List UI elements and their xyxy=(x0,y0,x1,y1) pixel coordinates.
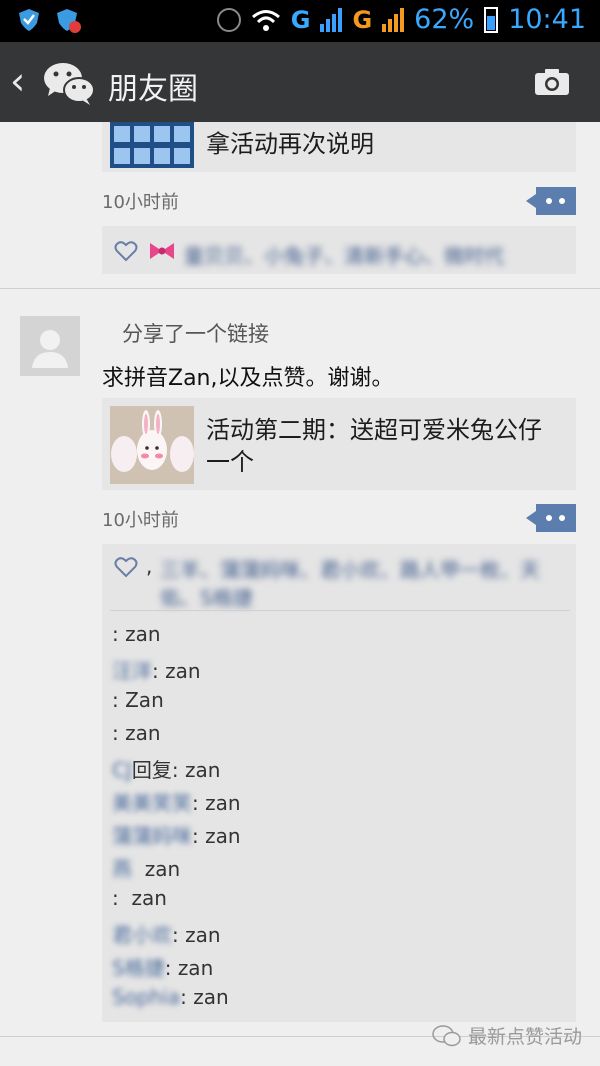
comment-sep: : xyxy=(112,688,126,712)
watermark: 最新点赞活动 xyxy=(432,1022,582,1049)
heart-icon xyxy=(114,241,138,262)
link-thumbnail xyxy=(110,122,194,168)
likes-bar: 童贝贝、小兔子、清新手心、微时代 xyxy=(102,226,576,274)
camera-icon[interactable] xyxy=(534,68,570,96)
watermark-text: 最新点赞活动 xyxy=(467,1026,582,1048)
comment-row[interactable]: S格捷: zan xyxy=(112,952,213,981)
comment-row[interactable]: Sophia: zan xyxy=(112,985,229,1009)
shield-badge-icon xyxy=(57,9,81,33)
battery-icon xyxy=(484,6,499,33)
comment-text: zan xyxy=(184,758,221,782)
comment-row[interactable]: 燕 zan xyxy=(112,853,180,882)
app-header: ‹ 朋友圈 xyxy=(0,42,600,122)
comment-sep xyxy=(132,857,145,881)
comment-author[interactable]: 蒲蒲妈咪 xyxy=(112,820,192,849)
comment-text: zan xyxy=(193,985,229,1009)
comment-sep: : xyxy=(112,622,126,646)
comment-text: zan xyxy=(144,857,181,881)
comment-author[interactable]: CJ xyxy=(112,758,132,782)
shield-icon xyxy=(19,9,39,31)
page-title: 朋友圈 xyxy=(108,72,198,107)
comment-author[interactable]: 燕 xyxy=(112,853,132,882)
comment-text: zan xyxy=(185,923,221,947)
comment-sep: : xyxy=(112,886,132,910)
comment-row[interactable]: 君小欢: zan xyxy=(112,919,221,948)
post-time: 10小时前 xyxy=(102,192,179,213)
comment-text: zan xyxy=(177,956,214,980)
comment-text: zan xyxy=(205,791,241,815)
interaction-panel: , 三羊、蒲蒲妈咪、君小欢、路人甲一枚、天佑、S格捷 : zan 汪洋: zan… xyxy=(102,544,576,1022)
clock: 10:41 xyxy=(508,4,586,35)
comment-author[interactable]: S格捷 xyxy=(112,952,165,981)
comment-sep: : xyxy=(112,721,126,745)
comment-sep: 回复: xyxy=(131,758,185,782)
comment-button[interactable] xyxy=(526,187,576,215)
comment-sep: : xyxy=(192,791,206,815)
link-card-prev[interactable]: 拿活动再次说明 xyxy=(102,122,576,172)
comment-author[interactable]: 汪洋 xyxy=(112,655,152,684)
link-card[interactable]: 活动第二期：送超可爱米兔公仔一个 xyxy=(102,398,576,490)
link-title: 活动第二期：送超可爱米兔公仔一个 xyxy=(206,416,542,476)
comment-sep: : xyxy=(172,923,186,947)
post-text: 求拼音Zan,以及点赞。谢谢。 xyxy=(102,366,394,391)
comment-sep: : xyxy=(180,985,194,1009)
signal-icon xyxy=(320,7,343,32)
back-icon[interactable]: ‹ xyxy=(10,62,25,100)
likers-list[interactable]: 童贝贝、小兔子、清新手心、微时代 xyxy=(184,240,504,269)
link-title: 拿活动再次说明 xyxy=(206,130,374,158)
wifi-icon xyxy=(251,9,280,31)
default-avatar-icon xyxy=(32,330,68,368)
comment-row[interactable]: 蒲蒲妈咪: zan xyxy=(112,820,241,849)
comment-row[interactable]: : zan xyxy=(112,622,161,646)
status-bar: G G 62% 10:41 xyxy=(0,0,600,42)
comment-author[interactable]: Sophia xyxy=(112,985,180,1009)
comment-row[interactable]: : Zan xyxy=(112,688,164,712)
network-type-1: G xyxy=(290,5,311,34)
comment-row[interactable]: : zan xyxy=(112,886,167,910)
signal-icon-2 xyxy=(382,7,405,32)
comment-text: zan xyxy=(125,622,161,646)
comment-author[interactable]: 君小欢 xyxy=(112,919,172,948)
comment-author[interactable]: 美美笑笑 xyxy=(112,787,192,816)
comment-row[interactable]: : zan xyxy=(112,721,161,745)
bow-emoji-icon xyxy=(150,243,174,259)
divider xyxy=(0,288,600,289)
post-time: 10小时前 xyxy=(102,510,179,531)
wechat-logo-icon xyxy=(44,63,95,105)
comment-sep: : xyxy=(164,956,178,980)
share-label: 分享了一个链接 xyxy=(122,322,269,346)
heart-icon xyxy=(114,557,138,578)
likers-list[interactable]: 三羊、蒲蒲妈咪、君小欢、路人甲一枚、天佑、S格捷 xyxy=(160,556,560,612)
comment-sep: : xyxy=(152,659,166,683)
avatar[interactable] xyxy=(20,316,80,376)
comment-text: zan xyxy=(131,886,167,910)
likers-separator: , xyxy=(146,554,153,578)
alarm-icon xyxy=(216,7,241,32)
battery-percent: 62% xyxy=(414,4,475,35)
comment-text: zan xyxy=(125,721,161,745)
comment-text: Zan xyxy=(125,688,164,712)
comment-row[interactable]: CJ回复: zan xyxy=(112,754,220,783)
likes-divider xyxy=(110,610,570,611)
comment-row[interactable]: 美美笑笑: zan xyxy=(112,787,241,816)
comment-button[interactable] xyxy=(526,504,576,532)
comment-row[interactable]: 汪洋: zan xyxy=(112,655,201,684)
comment-sep: : xyxy=(192,824,206,848)
link-thumbnail xyxy=(110,406,194,484)
wechat-watermark-icon xyxy=(432,1024,461,1046)
comment-text: zan xyxy=(205,824,241,848)
network-type-2: G xyxy=(352,5,373,34)
comment-text: zan xyxy=(165,659,201,683)
